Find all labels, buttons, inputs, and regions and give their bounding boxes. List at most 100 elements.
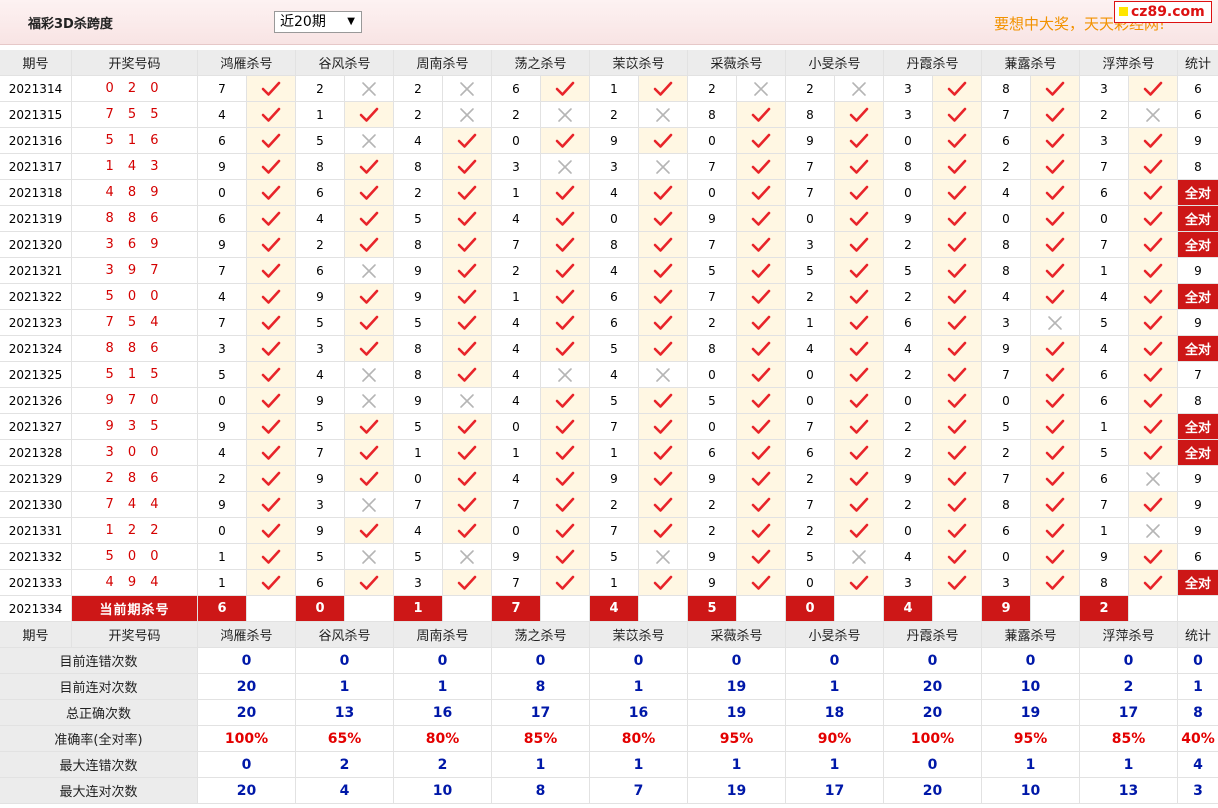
stat-value: 0 [198, 752, 296, 778]
check-icon [345, 232, 394, 258]
kill-number: 0 [786, 388, 835, 414]
kill-number: 5 [1080, 440, 1129, 466]
check-icon [345, 518, 394, 544]
stat-value: 10 [982, 674, 1080, 700]
check-icon [1129, 180, 1178, 206]
check-icon [933, 180, 982, 206]
check-icon [443, 518, 492, 544]
kill-number: 2 [884, 440, 933, 466]
kill-number: 7 [688, 232, 737, 258]
kill-number: 3 [296, 336, 345, 362]
kill-number: 5 [688, 388, 737, 414]
stat-value: 19 [688, 674, 786, 700]
kill-number: 4 [982, 284, 1031, 310]
check-icon [933, 570, 982, 596]
period-number: 2021328 [0, 440, 72, 466]
kill-number: 6 [492, 76, 541, 102]
check-icon [639, 180, 688, 206]
draw-number: 5 0 0 [72, 544, 198, 570]
check-icon [541, 232, 590, 258]
stat-count: 8 [1178, 388, 1218, 414]
check-icon [737, 206, 786, 232]
cross-icon [835, 76, 884, 102]
stat-value: 85% [1080, 726, 1178, 752]
column-header-expert: 周南杀号 [394, 622, 492, 648]
check-icon [639, 232, 688, 258]
kill-number: 4 [492, 336, 541, 362]
kill-number: 2 [786, 284, 835, 310]
cross-icon [345, 362, 394, 388]
draw-number: 5 1 5 [72, 362, 198, 388]
kill-number: 9 [688, 544, 737, 570]
check-icon [541, 440, 590, 466]
column-header-expert: 周南杀号 [394, 50, 492, 76]
check-icon [541, 284, 590, 310]
column-header-draw: 开奖号码 [72, 622, 198, 648]
check-icon [835, 180, 884, 206]
kill-number: 0 [884, 128, 933, 154]
kill-number: 8 [1080, 570, 1129, 596]
kill-number: 1 [492, 284, 541, 310]
stat-total: 0 [1178, 648, 1218, 674]
stat-count: 9 [1178, 310, 1218, 336]
stat-count: 8 [1178, 154, 1218, 180]
check-icon [1129, 206, 1178, 232]
site-logo[interactable]: cz89.com [1114, 1, 1212, 23]
draw-number: 3 6 9 [72, 232, 198, 258]
stat-value: 1 [1080, 752, 1178, 778]
kill-number: 9 [296, 284, 345, 310]
period-number: 2021332 [0, 544, 72, 570]
check-icon [737, 102, 786, 128]
period-number: 2021319 [0, 206, 72, 232]
period-number: 2021321 [0, 258, 72, 284]
check-icon [1031, 154, 1080, 180]
check-icon [247, 102, 296, 128]
kill-number: 3 [296, 492, 345, 518]
period-select[interactable]: 近20期 ▼ [274, 11, 362, 33]
kill-number: 9 [590, 128, 639, 154]
stat-value: 16 [590, 700, 688, 726]
check-icon [1129, 362, 1178, 388]
check-icon [835, 154, 884, 180]
current-kill-number: 6 [198, 596, 247, 622]
kill-number: 4 [492, 310, 541, 336]
stat-value: 0 [884, 648, 982, 674]
check-icon [639, 388, 688, 414]
cross-icon [345, 128, 394, 154]
stat-total: 4 [1178, 752, 1218, 778]
kill-number: 2 [884, 492, 933, 518]
cross-icon [443, 544, 492, 570]
kill-number: 4 [296, 206, 345, 232]
kill-number: 5 [296, 544, 345, 570]
stat-count: 6 [1178, 76, 1218, 102]
kill-number: 6 [590, 310, 639, 336]
check-icon [737, 362, 786, 388]
kill-number: 2 [394, 180, 443, 206]
kill-number-table: 期号 开奖号码 鸿雁杀号 谷风杀号 周南杀号 荡之杀号 茉苡杀号 采薇杀号 小旻杀号 丹霞杀号 蒹露… [0, 50, 1218, 806]
kill-number: 7 [688, 284, 737, 310]
check-icon [933, 310, 982, 336]
current-kill-spacer [639, 596, 688, 622]
check-icon [1031, 102, 1080, 128]
stat-total: 1 [1178, 674, 1218, 700]
check-icon [737, 440, 786, 466]
check-icon [247, 388, 296, 414]
kill-number: 0 [1080, 206, 1129, 232]
stat-value: 100% [198, 726, 296, 752]
kill-number: 6 [1080, 388, 1129, 414]
kill-number: 2 [492, 102, 541, 128]
check-icon [933, 362, 982, 388]
check-icon [835, 388, 884, 414]
check-icon [1031, 258, 1080, 284]
kill-number: 2 [296, 76, 345, 102]
kill-number: 6 [198, 128, 247, 154]
check-icon [1129, 76, 1178, 102]
kill-number: 2 [982, 440, 1031, 466]
kill-number: 0 [982, 544, 1031, 570]
check-icon [1031, 232, 1080, 258]
kill-number: 7 [982, 102, 1031, 128]
check-icon [247, 310, 296, 336]
kill-number: 7 [590, 414, 639, 440]
kill-number: 1 [786, 310, 835, 336]
kill-number: 5 [786, 544, 835, 570]
